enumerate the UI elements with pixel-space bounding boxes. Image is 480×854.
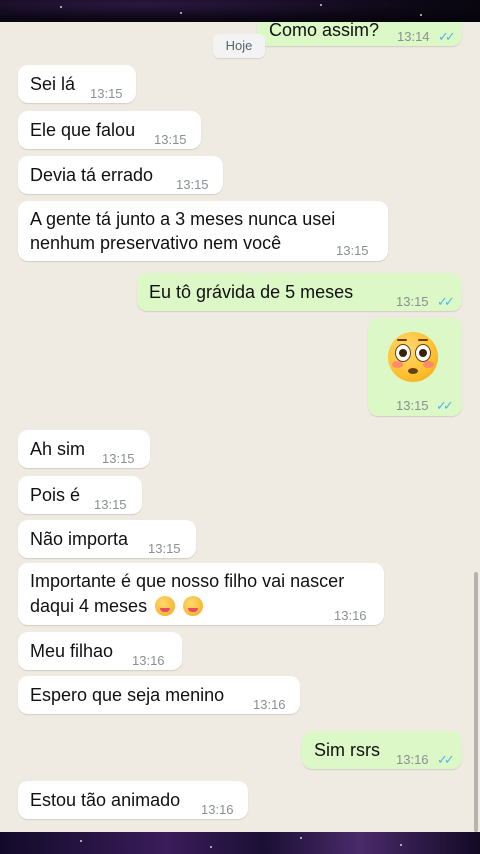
message-bubble-incoming[interactable]: Importante é que nosso filho vai nascer … <box>18 563 384 625</box>
message-bubble-incoming[interactable]: Ele que falou 13:15 <box>18 111 201 149</box>
message-text: Devia tá errado <box>30 165 154 185</box>
message-time: 13:16 <box>132 653 165 668</box>
message-text: Como assim? <box>269 22 380 40</box>
message-bubble-incoming[interactable]: A gente tá junto a 3 meses nunca usei ne… <box>18 201 388 261</box>
message-text-line: nenhum preservativo nem você <box>30 233 282 253</box>
read-receipt-icon: ✓✓ <box>438 29 456 44</box>
flushed-face-emoji <box>388 332 438 382</box>
message-time: 13:16 <box>334 608 367 623</box>
message-text: Ele que falou <box>30 120 136 140</box>
scrollbar[interactable] <box>474 572 478 832</box>
message-bubble-incoming[interactable]: Espero que seja menino 13:16 <box>18 676 300 714</box>
message-time: 13:14 <box>397 29 430 44</box>
bottom-space-banner <box>0 832 480 854</box>
message-time: 13:15 <box>94 497 127 512</box>
message-time: 13:15 <box>90 86 123 101</box>
message-text: Meu filhao <box>30 641 114 661</box>
message-time: 13:16 <box>201 802 234 817</box>
smiling-face-with-hearts-emoji <box>155 596 176 616</box>
message-bubble-incoming[interactable]: Estou tão animado 13:16 <box>18 781 248 819</box>
message-bubble-incoming[interactable]: Meu filhao 13:16 <box>18 632 182 670</box>
message-bubble-incoming[interactable]: Não importa 13:15 <box>18 520 196 558</box>
message-text: Pois é <box>30 485 81 505</box>
message-bubble-outgoing[interactable]: 13:15 ✓✓ <box>368 318 462 416</box>
message-bubble-outgoing[interactable]: Eu tô grávida de 5 meses 13:15 ✓✓ <box>137 273 462 311</box>
message-text: Sei lá <box>30 74 76 94</box>
message-time: 13:16 <box>396 752 429 767</box>
message-bubble-outgoing[interactable]: Sim rsrs 13:16 ✓✓ <box>302 731 462 769</box>
message-bubble-incoming[interactable]: Pois é 13:15 <box>18 476 142 514</box>
date-separator: Hoje <box>213 34 265 58</box>
message-time: 13:15 <box>336 243 369 258</box>
message-time: 13:15 <box>176 177 209 192</box>
message-bubble-incoming[interactable]: Ah sim 13:15 <box>18 430 150 468</box>
message-text: Espero que seja menino <box>30 685 225 705</box>
message-time: 13:16 <box>253 697 286 712</box>
message-time: 13:15 <box>396 398 429 413</box>
read-receipt-icon: ✓✓ <box>436 398 454 413</box>
message-text: Ah sim <box>30 439 86 459</box>
read-receipt-icon: ✓✓ <box>437 294 455 309</box>
message-bubble-incoming[interactable]: Sei lá 13:15 <box>18 65 136 103</box>
message-text-line: daqui 4 meses <box>30 596 148 616</box>
message-time: 13:15 <box>148 541 181 556</box>
message-text: Não importa <box>30 529 129 549</box>
message-bubble-incoming[interactable]: Devia tá errado 13:15 <box>18 156 223 194</box>
top-space-banner <box>0 0 480 22</box>
message-time: 13:15 <box>396 294 429 309</box>
message-bubble-outgoing[interactable]: Como assim? 13:14 ✓✓ <box>257 22 462 46</box>
message-text: Estou tão animado <box>30 790 181 810</box>
message-time: 13:15 <box>154 132 187 147</box>
message-text-line: A gente tá junto a 3 meses nunca usei <box>30 209 336 229</box>
message-text: Eu tô grávida de 5 meses <box>149 282 354 302</box>
chat-area[interactable]: Como assim? 13:14 ✓✓ Hoje Sei lá 13:15 E… <box>0 22 480 832</box>
message-time: 13:15 <box>102 451 135 466</box>
message-text: Sim rsrs <box>314 740 380 760</box>
smiling-face-with-hearts-emoji <box>183 596 204 616</box>
message-text-line: Importante é que nosso filho vai nascer <box>30 571 345 591</box>
read-receipt-icon: ✓✓ <box>437 752 455 767</box>
